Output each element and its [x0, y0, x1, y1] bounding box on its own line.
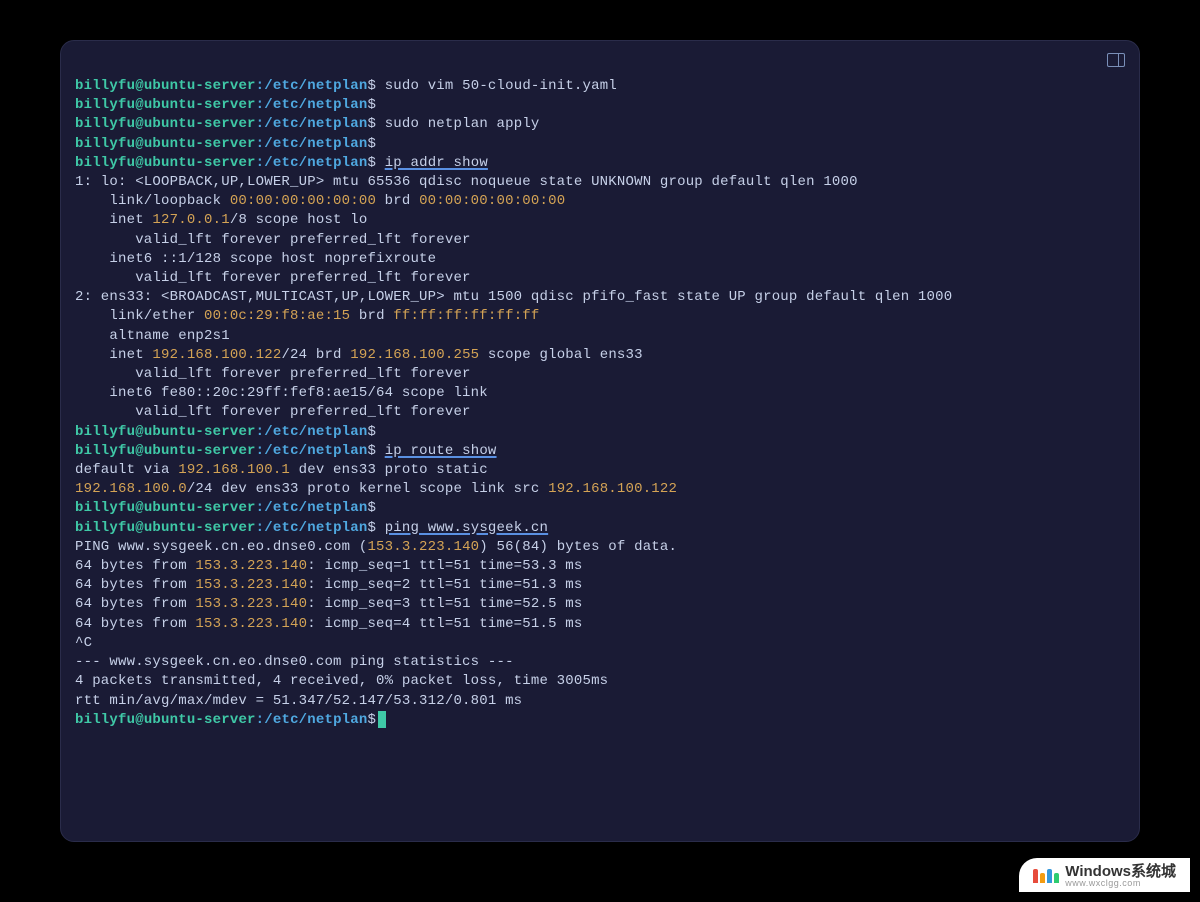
- output-lo-header: 1: lo: <LOOPBACK,UP,LOWER_UP> mtu 65536 …: [75, 173, 1125, 192]
- watermark-title: Windows系统城: [1065, 864, 1176, 879]
- watermark-url: www.wxclgg.com: [1065, 879, 1176, 888]
- prompt-path: /etc/netplan: [264, 78, 367, 94]
- command-3: ip addr show: [385, 155, 488, 171]
- watermark-logo-icon: [1033, 869, 1059, 883]
- ip-address: 127.0.0.1: [152, 212, 229, 228]
- output-ens-header: 2: ens33: <BROADCAST,MULTICAST,UP,LOWER_…: [75, 288, 1125, 307]
- command-4: ip route show: [385, 443, 497, 459]
- command-2: sudo netplan apply: [385, 116, 540, 132]
- prompt-user: billyfu: [75, 78, 135, 94]
- command-5: ping www.sysgeek.cn: [385, 520, 548, 536]
- mac-address: 00:00:00:00:00:00: [230, 193, 376, 209]
- panel-toggle-icon[interactable]: [1107, 53, 1125, 67]
- terminal-window[interactable]: billyfu@ubuntu-server:/etc/netplan$ sudo…: [60, 40, 1140, 842]
- terminal-output[interactable]: billyfu@ubuntu-server:/etc/netplan$ sudo…: [61, 41, 1139, 841]
- ctrl-c: ^C: [75, 634, 1125, 653]
- window-controls: [1107, 53, 1125, 67]
- cursor-icon: [378, 711, 386, 728]
- command-1: sudo vim 50-cloud-init.yaml: [385, 78, 617, 94]
- watermark: Windows系统城 www.wxclgg.com: [1019, 858, 1190, 892]
